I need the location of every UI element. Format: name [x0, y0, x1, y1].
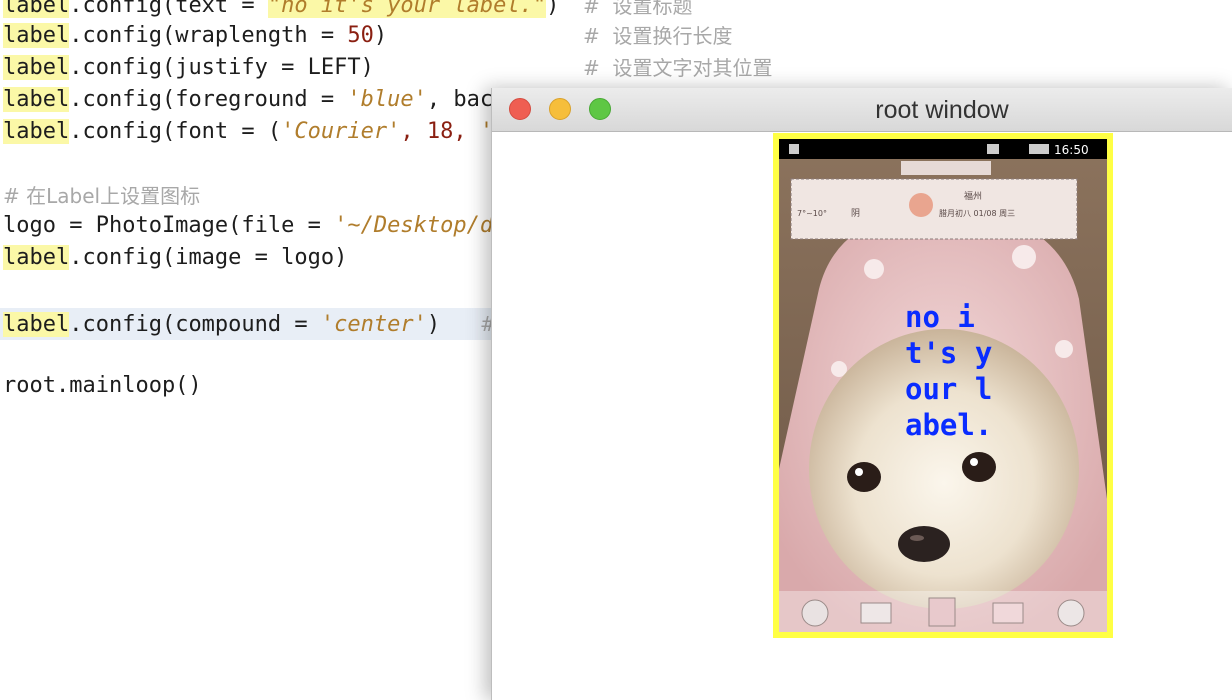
- code-line[interactable]: # 在Label上设置图标: [3, 180, 200, 212]
- code-text: , bac: [426, 87, 494, 112]
- widget-city: 福州: [964, 190, 982, 202]
- code-text: ): [546, 0, 560, 18]
- string-literal: 'Courier': [281, 119, 401, 144]
- code-comment: # 在Label上设置图标: [3, 184, 201, 208]
- code-text: .config(image = logo): [69, 245, 348, 270]
- contacts-icon[interactable]: [928, 597, 956, 627]
- code-line[interactable]: root.mainloop(): [3, 370, 202, 402]
- label-identifier: label: [3, 0, 70, 18]
- string-literal: 'center': [320, 312, 427, 337]
- code-line[interactable]: label.config(image = logo): [3, 242, 347, 274]
- root-window[interactable]: root window 16:50 福州 阴 7°~10° 腊月初八 01/08…: [491, 88, 1232, 700]
- code-comment: # 设置文字对其位置: [583, 56, 773, 80]
- code-line[interactable]: label.config(text = "no it's your label.…: [3, 0, 559, 22]
- label-identifier: label: [3, 245, 70, 270]
- code-text: root.mainloop(): [3, 373, 202, 398]
- code-text: .config(foreground =: [69, 87, 348, 112]
- code-comment: # 设置换行长度: [583, 24, 733, 48]
- string-literal: "no it's your label.": [267, 0, 547, 18]
- code-comment: # 设置标题: [583, 0, 693, 18]
- code-line[interactable]: label.config(justify = LEFT): [3, 52, 374, 84]
- label-identifier: label: [3, 119, 70, 144]
- label-identifier: label: [3, 23, 70, 48]
- window-titlebar[interactable]: root window: [492, 88, 1232, 132]
- code-text: ): [373, 23, 388, 48]
- code-line[interactable]: label.config(foreground = 'blue', bac: [3, 84, 493, 116]
- widget-temp: 7°~10°: [797, 209, 827, 218]
- code-text: .config(compound =: [69, 312, 321, 337]
- string-literal: 'blue': [347, 87, 427, 112]
- code-line[interactable]: label.config(wraplength = 50): [3, 20, 387, 52]
- mail-icon[interactable]: [860, 602, 892, 624]
- label-identifier: label: [3, 55, 70, 80]
- code-text: .config(wraplength =: [69, 23, 348, 48]
- window-title: root window: [875, 96, 1009, 124]
- code-text: .config(font = (: [69, 119, 282, 144]
- messages-icon[interactable]: [992, 602, 1024, 624]
- label-identifier: label: [3, 87, 70, 112]
- code-text: .config(text =: [69, 0, 268, 18]
- code-text: , 18,: [400, 119, 480, 144]
- string-literal: '~/Desktop/d: [334, 213, 494, 238]
- code-text: logo = PhotoImage(file =: [3, 213, 335, 238]
- tk-label: 16:50 福州 阴 7°~10° 腊月初八 01/08 周三 no it's …: [773, 133, 1113, 638]
- label-text: no it's your label.: [905, 300, 993, 442]
- widget-date: 腊月初八 01/08 周三: [939, 208, 1015, 218]
- label-identifier: label: [3, 312, 70, 337]
- code-text: .config(justify = LEFT): [69, 55, 374, 80]
- code-line[interactable]: label.config(font = ('Courier', 18, ': [3, 116, 493, 148]
- status-time: 16:50: [1054, 143, 1089, 157]
- number-literal: 50: [347, 23, 374, 48]
- code-text: ): [426, 312, 480, 337]
- code-line[interactable]: label.config(compound = 'center') #: [3, 308, 497, 340]
- phone-icon[interactable]: [801, 599, 829, 627]
- label-image: 16:50 福州 阴 7°~10° 腊月初八 01/08 周三 no it's …: [779, 139, 1107, 632]
- code-line[interactable]: logo = PhotoImage(file = '~/Desktop/d: [3, 210, 493, 242]
- widget-weather: 阴: [851, 208, 860, 219]
- browser-icon[interactable]: [1057, 599, 1085, 627]
